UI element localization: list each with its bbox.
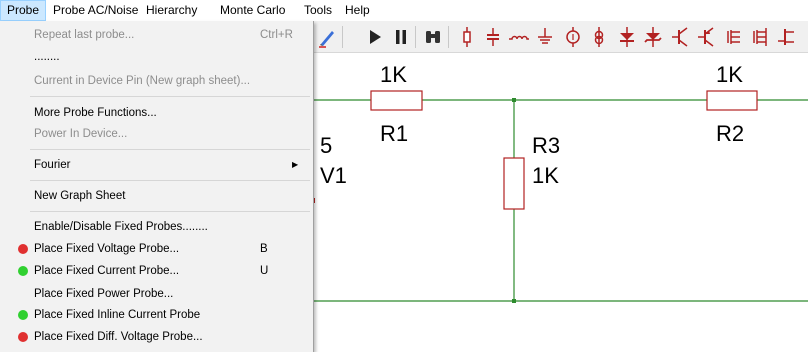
- shortcut-u: U: [260, 265, 269, 277]
- menu-item-place-fixed-power-probe[interactable]: Place Fixed Power Probe...: [0, 283, 313, 305]
- jfet-icon[interactable]: [776, 25, 798, 49]
- capacitor-icon[interactable]: [482, 25, 504, 49]
- resistor-icon[interactable]: [456, 25, 478, 49]
- menu-item-dots[interactable]: ........: [0, 46, 313, 68]
- menu-tools[interactable]: Tools: [298, 0, 338, 21]
- menu-item-place-fixed-current-probe[interactable]: Place Fixed Current Probe... U: [0, 260, 313, 282]
- menu-item-power-in-device[interactable]: Power In Device...: [0, 123, 313, 145]
- menu-item-place-fixed-voltage-probe[interactable]: Place Fixed Voltage Probe... B: [0, 238, 313, 260]
- pnp-transistor-icon[interactable]: [696, 25, 718, 49]
- zener-icon[interactable]: [642, 25, 664, 49]
- r2-resistor: [706, 90, 758, 111]
- menu-item-place-fixed-inline-current-probe[interactable]: Place Fixed Inline Current Probe: [0, 304, 313, 326]
- pencil-icon[interactable]: [316, 25, 338, 49]
- red-probe-dot-icon: [18, 244, 28, 254]
- binoculars-icon[interactable]: [422, 25, 444, 49]
- ground-icon[interactable]: [534, 25, 556, 49]
- r1-resistor: [370, 90, 423, 111]
- r3-resistor: [503, 157, 525, 210]
- menu-separator: [30, 211, 310, 212]
- menu-probe[interactable]: Probe: [0, 0, 47, 21]
- menu-item-fourier[interactable]: Fourier ▶: [0, 154, 313, 176]
- nmos-icon[interactable]: [722, 25, 744, 49]
- menu-help[interactable]: Help: [339, 0, 376, 21]
- submenu-arrow-icon: ▶: [292, 160, 299, 169]
- menu-hierarchy[interactable]: Hierarchy: [140, 0, 203, 21]
- green-probe-dot-icon: [18, 310, 28, 320]
- shortcut-b: B: [260, 243, 268, 255]
- menu-separator: [30, 149, 310, 150]
- menu-item-new-graph-sheet[interactable]: New Graph Sheet: [0, 185, 313, 207]
- menu-item-place-fixed-diff-voltage-probe[interactable]: Place Fixed Diff. Voltage Probe...: [0, 326, 313, 348]
- current-source-icon[interactable]: [588, 25, 610, 49]
- r2-name-label: R2: [716, 121, 745, 146]
- diode-icon[interactable]: [616, 25, 638, 49]
- menu-separator: [30, 180, 310, 181]
- menu-item-current-in-device-pin[interactable]: Current in Device Pin (New graph sheet).…: [0, 70, 313, 92]
- menu-item-more-probe-functions[interactable]: More Probe Functions...: [0, 102, 313, 124]
- schematic-canvas[interactable]: 1K R1 1K R2 R3 1K 5 V1: [314, 53, 808, 352]
- toolbar: [314, 22, 808, 53]
- menu-separator: [30, 96, 310, 97]
- menu-bar: Probe Probe AC/Noise Hierarchy Monte Car…: [0, 0, 808, 22]
- v1-value-label: 5: [320, 133, 333, 158]
- pause-icon[interactable]: [390, 25, 412, 49]
- pmos-icon[interactable]: [748, 25, 770, 49]
- menu-monte-carlo[interactable]: Monte Carlo: [214, 0, 291, 21]
- junction-bottom: [512, 299, 516, 303]
- menu-item-enable-disable-fixed-probes[interactable]: Enable/Disable Fixed Probes........: [0, 216, 313, 238]
- npn-transistor-icon[interactable]: [670, 25, 692, 49]
- menu-probe-ac-noise[interactable]: Probe AC/Noise: [47, 0, 144, 21]
- v1-name-label: V1: [320, 163, 347, 188]
- r1-name-label: R1: [380, 121, 409, 146]
- green-probe-dot-icon: [18, 266, 28, 276]
- menu-item-repeat-last-probe[interactable]: Repeat last probe... Ctrl+R: [0, 24, 313, 46]
- r1-value-label: 1K: [380, 62, 407, 87]
- shortcut-ctrl-r: Ctrl+R: [260, 29, 293, 41]
- probe-menu-dropdown: Repeat last probe... Ctrl+R ........ Cur…: [0, 21, 314, 352]
- r3-value-label: 1K: [532, 163, 559, 188]
- voltage-source-icon[interactable]: [562, 25, 584, 49]
- run-icon[interactable]: [364, 25, 386, 49]
- r3-name-label: R3: [532, 133, 561, 158]
- r2-value-label: 1K: [716, 62, 743, 87]
- inductor-icon[interactable]: [508, 25, 530, 49]
- schematic-drawing: [314, 90, 808, 303]
- red-probe-dot-icon: [18, 332, 28, 342]
- junction-top: [512, 98, 516, 102]
